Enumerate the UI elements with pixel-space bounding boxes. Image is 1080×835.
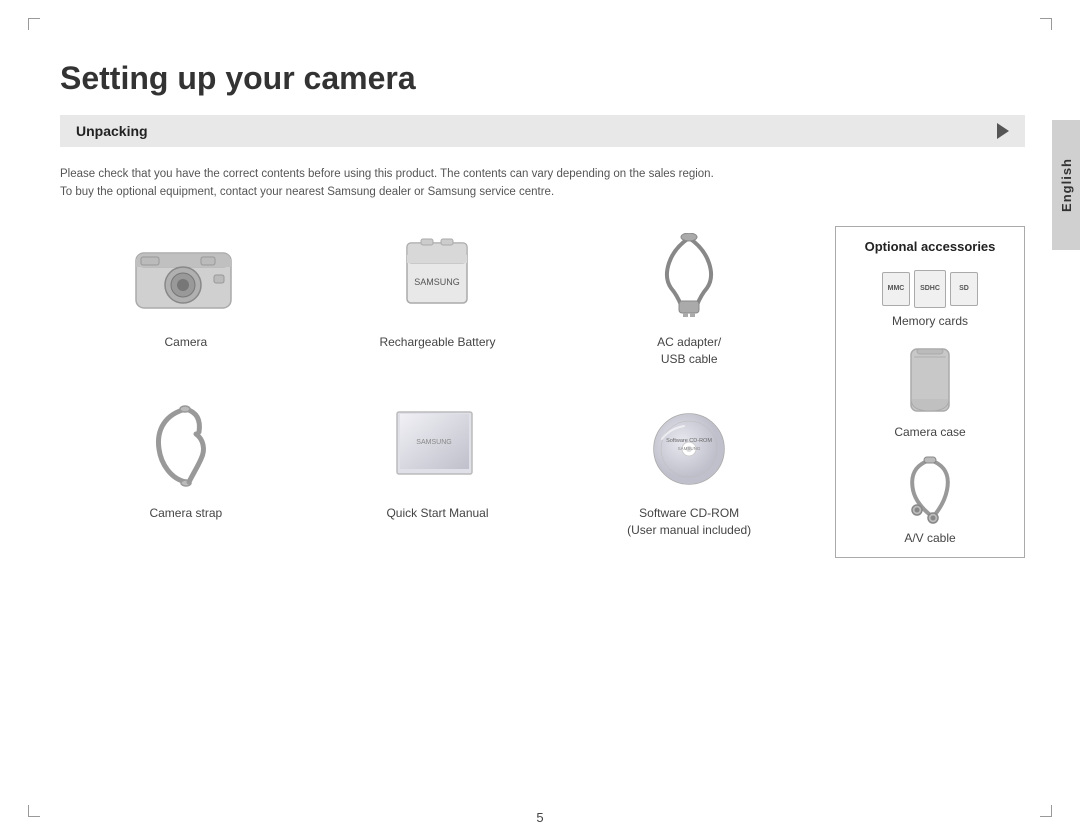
av-cable-label: A/V cable [904, 531, 955, 545]
cdrom-svg: Software CD-ROM SAMSUNG [634, 404, 744, 489]
description: Please check that you have the correct c… [60, 165, 740, 202]
battery-label: Rechargeable Battery [379, 334, 495, 351]
item-cdrom: Software CD-ROM SAMSUNG Software CD-ROM(… [563, 397, 815, 558]
page-number: 5 [536, 810, 543, 825]
manual-label: Quick Start Manual [386, 505, 488, 522]
corner-mark-br [1040, 805, 1052, 817]
memory-cards-row: MMC SDHC SD [882, 270, 978, 308]
optional-title: Optional accessories [865, 239, 996, 254]
cdrom-label: Software CD-ROM(User manual included) [627, 505, 751, 539]
manual-image: SAMSUNG [372, 397, 502, 497]
corner-mark-bl [28, 805, 40, 817]
language-tab: English [1052, 120, 1080, 250]
item-battery: SAMSUNG Rechargeable Battery [312, 226, 564, 387]
item-manual: SAMSUNG Quick Start Manual [312, 397, 564, 558]
manual-svg: SAMSUNG [382, 404, 492, 489]
unpacking-banner: Unpacking [60, 115, 1025, 147]
optional-accessories-box: Optional accessories MMC SDHC SD Memory … [835, 226, 1025, 558]
item-camera: Camera [60, 226, 312, 387]
strap-image [121, 397, 251, 497]
camera-case-label: Camera case [894, 425, 965, 439]
strap-svg [141, 404, 231, 489]
main-content: Setting up your camera Unpacking Please … [60, 40, 1025, 795]
camera-image [121, 226, 251, 326]
sd-card: SD [950, 272, 978, 306]
svg-text:Software CD-ROM: Software CD-ROM [666, 438, 712, 444]
item-strap: Camera strap [60, 397, 312, 558]
ac-adapter-label: AC adapter/USB cable [657, 334, 721, 368]
camera-svg [126, 233, 246, 318]
strap-label: Camera strap [149, 505, 222, 522]
language-tab-label: English [1059, 158, 1074, 212]
camera-label: Camera [164, 334, 207, 351]
arrow-right-icon [997, 123, 1009, 139]
av-cable-svg [895, 455, 965, 525]
description-line2: To buy the optional equipment, contact y… [60, 186, 554, 198]
page-title: Setting up your camera [60, 60, 1025, 97]
battery-image: SAMSUNG [372, 226, 502, 326]
ac-adapter-image [624, 226, 754, 326]
svg-text:SAMSUNG: SAMSUNG [417, 439, 452, 446]
optional-av-cable: A/V cable [895, 455, 965, 545]
camera-case-svg [903, 344, 958, 419]
sdhc-card: SDHC [914, 270, 946, 308]
svg-text:SAMSUNG: SAMSUNG [678, 446, 701, 451]
description-line1: Please check that you have the correct c… [60, 168, 714, 180]
memory-cards-label: Memory cards [892, 314, 968, 328]
optional-memory-cards: MMC SDHC SD Memory cards [882, 270, 978, 328]
cdrom-image: Software CD-ROM SAMSUNG [624, 397, 754, 497]
main-items-grid: Camera SAMSUNG Rechargeable Battery [60, 226, 815, 558]
optional-camera-case: Camera case [894, 344, 965, 439]
section-title: Unpacking [76, 123, 148, 139]
mmc-card: MMC [882, 272, 910, 306]
item-ac-adapter: AC adapter/USB cable [563, 226, 815, 387]
battery-svg: SAMSUNG [387, 233, 487, 318]
items-area: Camera SAMSUNG Rechargeable Battery [60, 226, 1025, 558]
svg-text:SAMSUNG: SAMSUNG [415, 277, 461, 287]
corner-mark-tl [28, 18, 40, 30]
ac-adapter-svg [639, 233, 739, 318]
corner-mark-tr [1040, 18, 1052, 30]
